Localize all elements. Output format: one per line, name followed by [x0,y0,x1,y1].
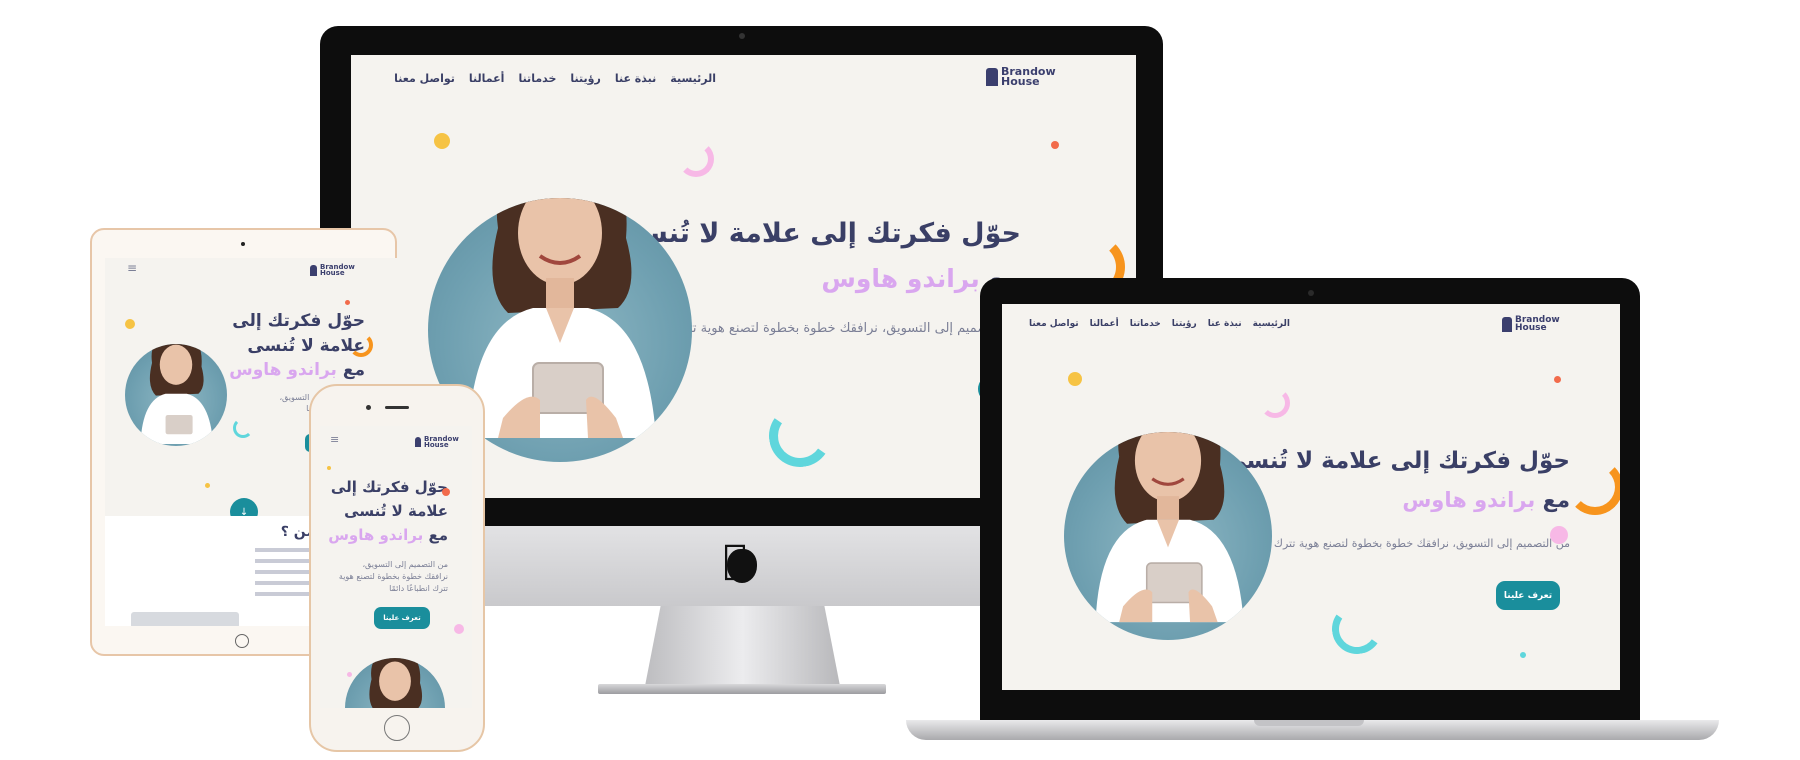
hero-title-brand: براندو هاوس [821,264,980,293]
tablet-brand-logo[interactable]: Brandow House [310,264,355,277]
imac-camera [739,33,745,39]
macbook-hero-title-brand: براندو هاوس [1402,488,1536,512]
iphone-menu-icon[interactable]: ≡ [330,433,339,446]
iphone-title-l3: مع براندو هاوس [328,526,448,544]
nav-item-about[interactable]: نبذة عنا [615,72,656,85]
logo-mark-icon [986,67,998,86]
nav-item-contact[interactable]: تواصل معنا [394,72,455,85]
tablet-title-l3: مع براندو هاوس [229,360,365,380]
tablet-home-button[interactable] [235,634,249,648]
macbook-logo-mark-icon [1502,316,1512,332]
macbook-nav-services[interactable]: خدماتنا [1130,319,1161,329]
tablet-brand-line2: House [320,269,345,278]
tablet-menu-icon[interactable]: ≡ [127,261,137,275]
iphone-screen: ≡ Brandow House حوّل فكرتك إلى علامة لا ت… [320,426,472,708]
iphone-brand-logo[interactable]: Brandow House [415,436,459,449]
iphone-title-brand: براندو هاوس [328,526,424,544]
tablet-camera [241,242,245,246]
iphone-woman-illustration [369,658,423,708]
tablet-title-l1: حوّل فكرتك إلى [232,311,365,331]
iphone-speaker [385,406,409,409]
macbook-yellow-dot [1068,372,1082,386]
main-nav: الرئيسية نبذة عنا رؤيتنا خدماتنا أعمالنا… [394,72,716,85]
iphone-hero-photo [345,658,445,708]
nav-item-works[interactable]: أعمالنا [469,72,505,85]
imac-base [598,684,886,694]
tablet-coral-dot [345,300,350,305]
iphone-yellow-dot [327,466,331,470]
macbook-cyan-arc-shape [1328,600,1386,658]
macbook-brand-logo[interactable]: Brandow House [1502,316,1560,334]
tablet-title-with: مع [342,360,365,380]
pink-arc-shape [678,141,714,177]
macbook-pink-dot [1550,526,1568,544]
iphone-title-with: مع [428,526,448,544]
tablet-orange-arc-shape [349,333,373,357]
tablet-about-text [255,548,315,596]
iphone-home-button[interactable] [384,715,410,741]
imac-stand [645,606,840,686]
macbook-nav-contact[interactable]: تواصل معنا [1029,319,1079,329]
macbook-nav-home[interactable]: الرئيسية [1253,319,1290,329]
macbook-nav-works[interactable]: أعمالنا [1090,319,1119,329]
brand-line2: House [1001,74,1040,88]
tablet-about-image [131,612,239,626]
iphone-title-l2: علامة لا تُنسى [344,502,448,520]
macbook-brand-line2: House [1515,323,1547,334]
iphone-cta-button[interactable]: تعرف علينا [374,607,430,629]
macbook-notch [1254,720,1364,726]
iphone-sub-l1: من التصميم إلى التسويق، [362,560,448,569]
iphone-logo-mark-icon [415,437,421,448]
iphone-coral-dot [442,488,450,496]
iphone-title-l1: حوّل فكرتك إلى [330,478,448,496]
iphone-brand-line2: House [424,441,449,450]
macbook-nav-vision[interactable]: رؤيتنا [1172,319,1197,329]
macbook-cyan-dot [1520,652,1526,658]
macbook-screen: Brandow House الرئيسية نبذة عنا رؤيتنا خد… [1002,304,1620,690]
cyan-arc-shape [764,400,836,472]
nav-item-home[interactable]: الرئيسية [670,72,716,85]
yellow-dot-shape [434,133,450,149]
macbook-pink-arc-shape [1260,388,1290,418]
macbook-hero-photo [1064,432,1272,640]
macbook-cta-button[interactable]: تعرف علينا [1496,581,1560,610]
iphone-pink-dot [454,624,464,634]
tablet-hero-photo [125,344,227,446]
apple-logo-shape [727,549,757,583]
coral-dot-shape [1051,141,1059,149]
tablet-woman-illustration [140,344,214,444]
nav-item-services[interactable]: خدماتنا [518,72,556,85]
tablet-title-l2: علامة لا تُنسى [247,336,365,356]
brand-logo[interactable]: Brandow House [986,66,1056,88]
iphone-sub-l3: تترك انطباعًا دائمًا [389,584,448,593]
macbook-coral-dot [1554,376,1561,383]
iphone-camera [366,405,371,410]
tablet-logo-mark-icon [310,264,317,276]
macbook-nav-about[interactable]: نبذة عنا [1208,319,1242,329]
macbook-hero-title-line1: حوّل فكرتك إلى علامة لا تُنسى [1223,448,1570,474]
nav-item-vision[interactable]: رؤيتنا [570,72,600,85]
iphone-sub-l2: نرافقك خطوة بخطوة لتصنع هوية [338,572,448,581]
macbook-nav: الرئيسية نبذة عنا رؤيتنا خدماتنا أعمالنا… [1029,319,1290,329]
tablet-title-brand: براندو هاوس [229,360,337,380]
tablet-cyan-arc-shape [233,418,253,438]
tablet-yellow-small-dot [205,483,210,488]
macbook-hero-title-line2: مع براندو هاوس [1402,488,1570,512]
macbook-woman-illustration [1095,432,1244,623]
macbook-camera [1308,290,1314,296]
macbook-orange-arc-shape [1567,459,1620,515]
tablet-yellow-dot [125,319,135,329]
macbook-hero-title-with: مع [1542,488,1570,512]
